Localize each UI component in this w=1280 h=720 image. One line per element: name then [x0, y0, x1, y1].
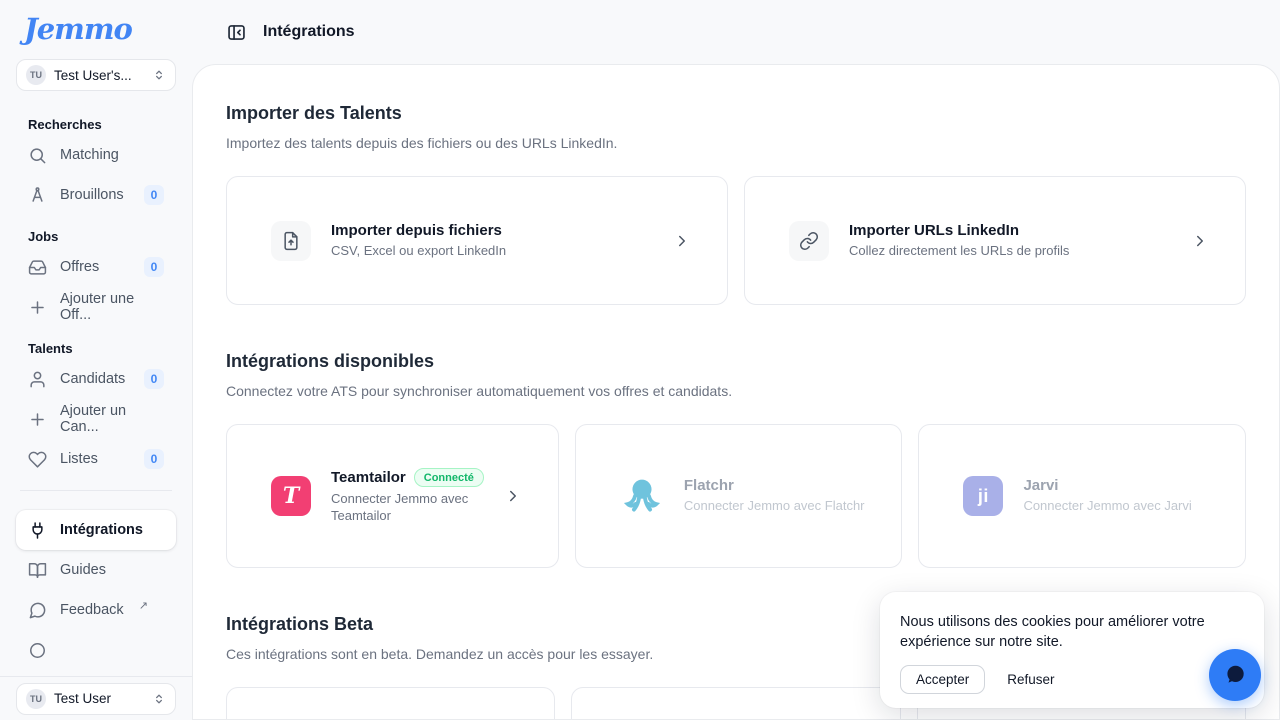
sidebar-item-brouillons[interactable]: Brouillons 0: [16, 175, 176, 215]
sidebar-item-candidats[interactable]: Candidats 0: [16, 359, 176, 399]
chat-bubble-icon: [28, 601, 47, 620]
inbox-icon: [28, 258, 47, 277]
sidebar-item-listes[interactable]: Listes 0: [16, 439, 176, 479]
sidebar-footer: TU Test User: [0, 676, 192, 720]
card-subtitle: CSV, Excel ou export LinkedIn: [331, 243, 506, 259]
count-badge: 0: [144, 185, 164, 205]
chat-widget-button[interactable]: [1209, 649, 1261, 701]
card-teamtailor[interactable]: T Teamtailor Connecté Connecter Jemmo av…: [226, 424, 559, 568]
panel-collapse-icon: [226, 22, 247, 43]
chevron-up-down-icon: [152, 692, 166, 706]
card-title: Importer depuis fichiers: [331, 222, 506, 239]
sidebar-item-label: Feedback: [60, 602, 124, 618]
book-icon: [28, 561, 47, 580]
sidebar-section-talents: Talents: [28, 339, 176, 359]
cookie-banner: Nous utilisons des cookies pour améliore…: [880, 592, 1264, 708]
sidebar-item-label: Offres: [60, 259, 99, 275]
sidebar-item-label: Brouillons: [60, 187, 124, 203]
integration-name: Teamtailor: [331, 469, 406, 486]
sidebar-item-label: Candidats: [60, 371, 125, 387]
card-title: Importer URLs LinkedIn: [849, 222, 1069, 239]
card-subtitle: Connecter Jemmo avec Jarvi: [1023, 498, 1191, 514]
count-badge: 0: [144, 257, 164, 277]
plus-icon: [28, 410, 47, 429]
sidebar-item-offres[interactable]: Offres 0: [16, 247, 176, 287]
card-jarvi: ji Jarvi Connecter Jemmo avec Jarvi: [918, 424, 1246, 568]
sidebar: Jemmo TU Test User's... Recherches Match…: [0, 0, 192, 720]
count-badge: 0: [144, 449, 164, 469]
external-link-icon: ↗: [139, 599, 148, 612]
compass-icon: [28, 186, 47, 205]
collapse-sidebar-button[interactable]: [224, 20, 249, 45]
cookie-message: Nous utilisons des cookies pour améliore…: [900, 612, 1220, 653]
sidebar-item-label: Intégrations: [60, 522, 143, 538]
chevron-right-icon: [1191, 232, 1209, 250]
search-icon: [28, 146, 47, 165]
workspace-selector-bottom[interactable]: TU Test User: [16, 683, 176, 715]
chevron-right-icon: [673, 232, 691, 250]
workspace-avatar: TU: [26, 689, 46, 709]
section-subtitle-disponibles: Connectez votre ATS pour synchroniser au…: [226, 383, 1246, 399]
sidebar-item-ajouter-offre[interactable]: Ajouter une Off...: [16, 287, 176, 327]
sidebar-item-label: Matching: [60, 147, 119, 163]
sidebar-item-label: Ajouter un Can...: [60, 403, 164, 435]
plus-icon: [28, 298, 47, 317]
teamtailor-logo: T: [271, 476, 311, 516]
count-badge: 0: [144, 369, 164, 389]
status-badge-connected: Connecté: [414, 468, 484, 487]
section-subtitle-import: Importez des talents depuis des fichiers…: [226, 135, 1246, 151]
file-upload-icon: [271, 221, 311, 261]
section-title-import: Importer des Talents: [226, 103, 1246, 124]
chat-widget-icon: [1222, 662, 1248, 688]
card-subtitle: Connecter Jemmo avec Flatchr: [684, 498, 865, 514]
page-title: Intégrations: [263, 23, 355, 41]
circle-icon: [28, 641, 47, 660]
workspace-label: Test User: [54, 691, 111, 706]
sidebar-section-jobs: Jobs: [28, 227, 176, 247]
section-title-disponibles: Intégrations disponibles: [226, 351, 1246, 372]
decline-cookies-button[interactable]: Refuser: [1007, 672, 1054, 687]
page-header: Intégrations: [192, 0, 1280, 64]
sidebar-item-ajouter-candidat[interactable]: Ajouter un Can...: [16, 399, 176, 439]
workspace-selector-top[interactable]: TU Test User's...: [16, 59, 176, 91]
chevron-right-icon: [504, 487, 522, 505]
sidebar-item-feedback[interactable]: Feedback ↗: [16, 590, 176, 630]
sidebar-item-label: Listes: [60, 451, 98, 467]
app-logo[interactable]: Jemmo: [24, 12, 176, 46]
integration-name: Flatchr: [684, 477, 865, 494]
workspace-label: Test User's...: [54, 68, 132, 83]
jarvi-logo: ji: [963, 476, 1003, 516]
sidebar-item-label: Guides: [60, 562, 106, 578]
card-huntool[interactable]: M Huntool Beta: [226, 687, 555, 720]
sidebar-item-guides[interactable]: Guides: [16, 550, 176, 590]
chevron-up-down-icon: [152, 68, 166, 82]
workspace-avatar: TU: [26, 65, 46, 85]
card-spott[interactable]: Spott Beta: [571, 687, 900, 720]
card-flatchr: Flatchr Connecter Jemmo avec Flatchr: [575, 424, 903, 568]
sidebar-section-recherches: Recherches: [28, 115, 176, 135]
sidebar-item-partial[interactable]: [16, 630, 176, 670]
card-subtitle: Connecter Jemmo avec Teamtailor: [331, 491, 484, 524]
link-icon: [789, 221, 829, 261]
sidebar-item-matching[interactable]: Matching: [16, 135, 176, 175]
card-import-linkedin-urls[interactable]: Importer URLs LinkedIn Collez directemen…: [744, 176, 1246, 305]
sidebar-item-integrations[interactable]: Intégrations: [16, 510, 176, 550]
plug-icon: [28, 521, 47, 540]
user-icon: [28, 370, 47, 389]
card-subtitle: Collez directement les URLs de profils: [849, 243, 1069, 259]
octopus-icon: [620, 474, 664, 518]
heart-icon: [28, 450, 47, 469]
accept-cookies-button[interactable]: Accepter: [900, 665, 985, 694]
card-import-fichiers[interactable]: Importer depuis fichiers CSV, Excel ou e…: [226, 176, 728, 305]
integration-name: Jarvi: [1023, 477, 1191, 494]
sidebar-item-label: Ajouter une Off...: [60, 291, 164, 323]
sidebar-divider: [20, 490, 172, 491]
